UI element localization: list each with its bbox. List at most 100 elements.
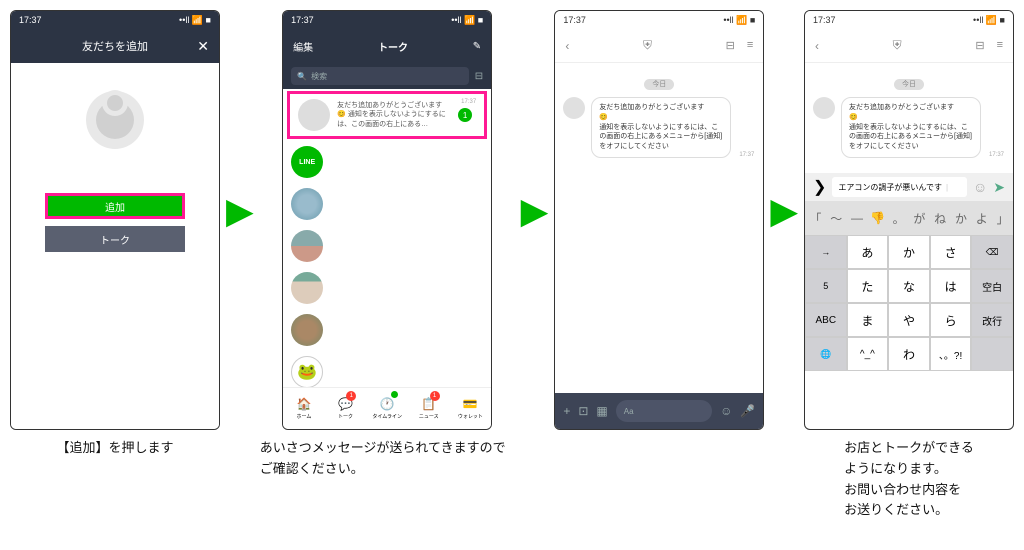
kb-key[interactable]: あ — [847, 235, 889, 269]
chat-message: 友だち追加ありがとうございます 😊 通知を表示しないようにするには、この画面の右… — [563, 97, 755, 158]
mic-icon[interactable]: 🎤 — [740, 404, 755, 418]
kb-key[interactable]: 〜 — [826, 201, 847, 235]
message-input[interactable]: Aa — [616, 400, 712, 422]
message-input[interactable]: エアコンの調子が悪いんです| — [832, 177, 967, 197]
avatar — [563, 97, 585, 119]
tab-wallet[interactable]: ウォレット — [450, 388, 492, 429]
kb-key[interactable]: わ — [888, 337, 930, 371]
chat-item[interactable] — [283, 309, 491, 351]
kb-key[interactable]: よ — [971, 201, 992, 235]
kb-key-globe[interactable]: 🌐 — [805, 337, 847, 371]
status-icons: ••ll 📶 ■ — [723, 15, 755, 26]
chat-item[interactable] — [283, 183, 491, 225]
header-title: 友だちを追加 — [82, 38, 148, 54]
tab-talk[interactable]: トーク1 — [325, 388, 367, 429]
emoji-icon[interactable]: ☺ — [720, 404, 732, 418]
kb-key[interactable]: が — [909, 201, 930, 235]
talk-button[interactable]: トーク — [45, 226, 185, 252]
bottom-nav: ホーム トーク1 タイムライン ニュース1 ウォレット — [283, 387, 491, 429]
kb-key[interactable]: さ — [930, 235, 972, 269]
avatar — [291, 356, 323, 387]
tab-home[interactable]: ホーム — [283, 388, 325, 429]
keyboard-row: ABC ま や ら 改行 — [805, 303, 1013, 337]
expand-icon[interactable]: ❯ — [813, 177, 826, 197]
close-icon[interactable]: ✕ — [197, 38, 209, 55]
search-icon[interactable]: ⊟ — [726, 39, 735, 52]
kb-key[interactable]: ら — [930, 303, 972, 337]
kb-key-enter[interactable]: 改行 — [971, 303, 1013, 337]
message-bubble: 友だち追加ありがとうございます 😊 通知を表示しないようにするには、この画面の右… — [841, 97, 981, 158]
kb-key[interactable]: か — [951, 201, 972, 235]
tab-timeline[interactable]: タイムライン — [366, 388, 408, 429]
search-icon[interactable]: ⊟ — [975, 39, 984, 52]
emoji-icon[interactable]: ☺ — [973, 179, 987, 196]
chat-preview: 友だち追加ありがとうございます 😊 通知を表示しないようにするには、この画面の右… — [337, 101, 451, 128]
edit-button[interactable]: 編集 — [293, 39, 313, 54]
kb-key[interactable]: 👎 — [867, 201, 888, 235]
kb-key-space[interactable]: 空白 — [971, 269, 1013, 303]
kb-key[interactable]: ね — [930, 201, 951, 235]
kb-key[interactable]: 」 — [992, 201, 1013, 235]
kb-key[interactable]: か — [888, 235, 930, 269]
kb-key[interactable] — [971, 337, 1013, 371]
header-title: トーク — [378, 39, 408, 54]
chat-header: ‹ ⛨ ⊟ ≡ — [555, 29, 763, 63]
arrow-icon: ▶ — [226, 190, 254, 232]
chat-item[interactable] — [283, 225, 491, 267]
kb-key[interactable]: 「 — [805, 201, 826, 235]
chat-item[interactable] — [283, 351, 491, 387]
gallery-icon[interactable]: ▦ — [596, 404, 607, 418]
phone-2-talk-list: 17:37 ••ll 📶 ■ 編集 トーク ✎ 🔍 検索 ⊟ 友だち追加ありがとう… — [282, 10, 492, 430]
add-button[interactable]: 追加 — [45, 193, 185, 219]
kb-key[interactable]: → — [805, 235, 847, 269]
plus-icon[interactable]: + — [563, 404, 570, 418]
chat-list: 友だち追加ありがとうございます 😊 通知を表示しないようにするには、この画面の右… — [283, 89, 491, 387]
back-icon[interactable]: ‹ — [565, 39, 569, 53]
compose-icon[interactable]: ✎ — [473, 41, 481, 52]
badge — [391, 391, 398, 398]
scan-icon[interactable]: ⊟ — [475, 71, 483, 82]
avatar — [291, 272, 323, 304]
chat-item[interactable] — [283, 267, 491, 309]
kb-key[interactable]: 、。?! — [930, 337, 972, 371]
menu-icon[interactable]: ≡ — [747, 39, 753, 52]
phone-1-add-friend: 17:37 ••ll 📶 ■ 友だちを追加 ✕ 追加 トーク — [10, 10, 220, 430]
keyboard-row: → あ か さ ⌫ — [805, 235, 1013, 269]
back-icon[interactable]: ‹ — [815, 39, 819, 53]
keyboard-row: 🌐 ^_^ わ 、。?! — [805, 337, 1013, 371]
kb-key-backspace[interactable]: ⌫ — [971, 235, 1013, 269]
send-icon[interactable]: ➤ — [993, 179, 1005, 196]
kb-key[interactable]: 。 — [888, 201, 909, 235]
caption-1: 【追加】を押します — [56, 438, 173, 459]
chat-item[interactable] — [283, 141, 491, 183]
kb-key[interactable]: ま — [847, 303, 889, 337]
kb-key[interactable]: — — [847, 201, 868, 235]
kb-key[interactable]: は — [930, 269, 972, 303]
statusbar: 17:37 ••ll 📶 ■ — [283, 11, 491, 29]
caption-3: お店とトークができる ようになります。 お問い合わせ内容を お送りください。 — [844, 438, 974, 521]
kb-key[interactable]: た — [847, 269, 889, 303]
statusbar: 17:37 ••ll 📶 ■ — [11, 11, 219, 29]
search-placeholder: 検索 — [311, 71, 327, 82]
kb-key[interactable]: や — [888, 303, 930, 337]
chat-item-highlighted[interactable]: 友だち追加ありがとうございます 😊 通知を表示しないようにするには、この画面の右… — [287, 91, 487, 139]
kb-key[interactable]: 5 — [805, 269, 847, 303]
status-icons: ••ll 📶 ■ — [451, 15, 483, 26]
kb-key[interactable]: な — [888, 269, 930, 303]
tab-news[interactable]: ニュース1 — [408, 388, 450, 429]
unread-badge: 1 — [458, 108, 472, 122]
phone-3-chat: 17:37 ••ll 📶 ■ ‹ ⛨ ⊟ ≡ 今日 友だち追加ありがとうございま… — [554, 10, 764, 430]
kb-key[interactable]: ^_^ — [847, 337, 889, 371]
kb-key-abc[interactable]: ABC — [805, 303, 847, 337]
search-bar[interactable]: 🔍 検索 ⊟ — [283, 63, 491, 89]
arrow-icon: ▶ — [521, 190, 549, 232]
shield-icon: ⛨ — [643, 38, 652, 53]
search-icon: 🔍 — [297, 72, 307, 81]
avatar — [291, 146, 323, 178]
chat-date: 今日 — [563, 73, 755, 91]
menu-icon[interactable]: ≡ — [997, 39, 1003, 52]
keyboard-row: 5 た な は 空白 — [805, 269, 1013, 303]
camera-icon[interactable]: ⊡ — [578, 404, 588, 418]
status-icons: ••ll 📶 ■ — [973, 15, 1005, 26]
avatar — [813, 97, 835, 119]
